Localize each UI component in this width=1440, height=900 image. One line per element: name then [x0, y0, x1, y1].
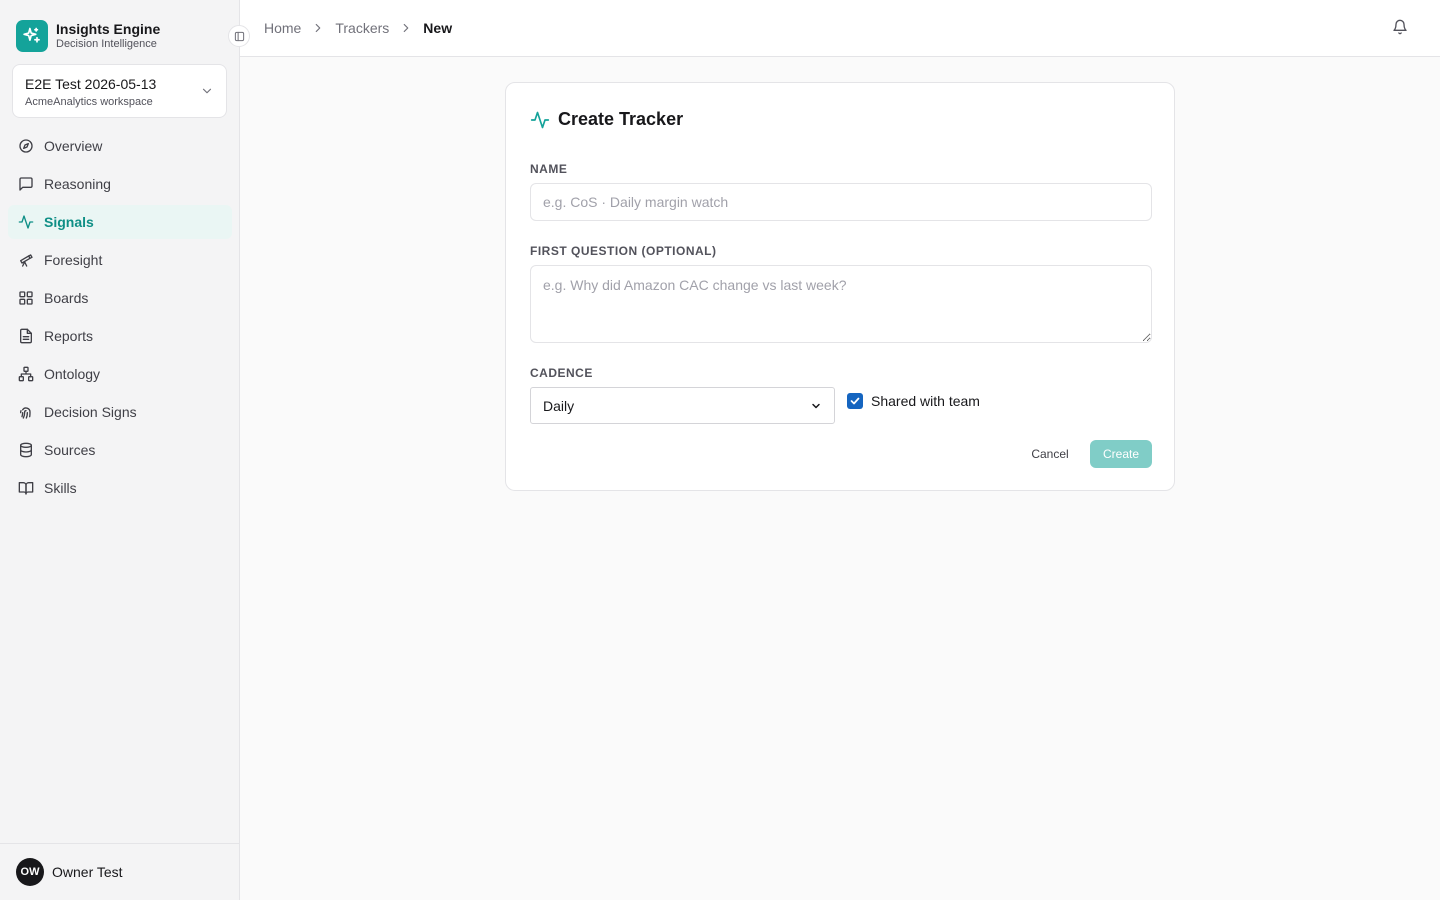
- user-menu[interactable]: OW Owner Test: [0, 843, 239, 900]
- book-open-icon: [18, 482, 34, 495]
- chevron-right-icon: [403, 23, 409, 33]
- user-name: Owner Test: [52, 864, 123, 880]
- chevron-down-icon: [202, 88, 212, 94]
- database-icon: [20, 442, 32, 458]
- cadence-value: Daily: [543, 397, 575, 414]
- shared-with-team-option: Shared with team: [847, 393, 980, 409]
- top-bar: Home Trackers New: [240, 0, 1440, 57]
- compass-icon: [19, 139, 33, 153]
- name-input[interactable]: [530, 183, 1152, 221]
- first-question-label: FIRST QUESTION (OPTIONAL): [530, 244, 717, 258]
- sidebar-collapse-button[interactable]: [228, 25, 250, 47]
- name-label: NAME: [530, 162, 568, 176]
- sidebar-item-ontology[interactable]: Ontology: [8, 357, 232, 391]
- brand-name: Insights Engine: [56, 21, 161, 37]
- panel-left-icon: [234, 31, 244, 41]
- create-button[interactable]: Create: [1090, 440, 1152, 468]
- sidebar-item-label: Decision Signs: [44, 404, 137, 420]
- page-title: Create Tracker: [558, 109, 684, 129]
- card-title: Create Tracker: [530, 109, 683, 130]
- sidebar-item-signals[interactable]: Signals: [8, 205, 232, 239]
- sidebar-item-label: Reports: [44, 328, 94, 344]
- notifications-button[interactable]: [1392, 19, 1408, 35]
- chevron-down-icon: [812, 403, 820, 408]
- sidebar-item-decision-signs[interactable]: Decision Signs: [8, 395, 232, 429]
- avatar: OW: [16, 858, 44, 886]
- network-icon: [18, 366, 34, 382]
- sidebar-item-label: Boards: [44, 290, 89, 306]
- sidebar-item-reasoning[interactable]: Reasoning: [8, 167, 232, 201]
- breadcrumb-current: New: [423, 20, 453, 36]
- sidebar-item-label: Reasoning: [44, 176, 111, 192]
- brand-subtitle: Decision Intelligence: [56, 38, 157, 50]
- sidebar: Insights Engine Decision Intelligence E2…: [0, 0, 250, 900]
- check-icon: [850, 397, 860, 405]
- sidebar-item-skills[interactable]: Skills: [8, 471, 232, 505]
- bell-icon: [1393, 19, 1407, 35]
- layout-grid-icon: [19, 291, 33, 305]
- chevron-right-icon: [316, 23, 321, 33]
- workspace-subtitle: AcmeAnalytics workspace: [25, 96, 153, 108]
- create-tracker-card: Create Tracker NAME FIRST QUESTION (OPTI…: [505, 82, 1175, 491]
- workspace-switcher[interactable]: E2E Test 2026-05-13 AcmeAnalytics worksp…: [12, 64, 227, 118]
- sidebar-item-reports[interactable]: Reports: [8, 319, 232, 353]
- first-question-textarea[interactable]: [530, 265, 1152, 343]
- cadence-select[interactable]: Daily: [530, 387, 835, 424]
- activity-icon: [18, 215, 34, 229]
- sidebar-item-label: Skills: [44, 480, 77, 496]
- activity-icon: [530, 111, 550, 128]
- brand[interactable]: Insights Engine Decision Intelligence: [16, 20, 160, 52]
- sidebar-item-label: Signals: [44, 214, 94, 230]
- sidebar-item-foresight[interactable]: Foresight: [8, 243, 232, 277]
- sidebar-item-label: Sources: [44, 442, 96, 458]
- sidebar-item-boards[interactable]: Boards: [8, 281, 232, 315]
- sidebar-item-overview[interactable]: Overview: [8, 129, 232, 163]
- message-square-icon: [19, 177, 33, 191]
- breadcrumb-home[interactable]: Home: [264, 18, 301, 38]
- shared-with-team-checkbox[interactable]: [847, 393, 863, 409]
- telescope-icon: [20, 254, 33, 267]
- cadence-label: CADENCE: [530, 366, 593, 380]
- file-text-icon: [20, 328, 32, 344]
- sidebar-item-label: Ontology: [44, 366, 101, 382]
- breadcrumb-trackers[interactable]: Trackers: [335, 18, 389, 38]
- sidebar-nav: Overview Reasoning Signals Foresight Boa…: [8, 129, 232, 509]
- shared-with-team-label[interactable]: Shared with team: [871, 393, 980, 409]
- sidebar-item-label: Overview: [44, 138, 103, 154]
- cancel-button[interactable]: Cancel: [1021, 440, 1079, 468]
- fingerprint-icon: [20, 407, 31, 419]
- workspace-name: E2E Test 2026-05-13: [25, 76, 157, 92]
- breadcrumb: Home Trackers New: [264, 18, 452, 38]
- sidebar-item-label: Foresight: [44, 252, 103, 268]
- sidebar-item-sources[interactable]: Sources: [8, 433, 232, 467]
- sparkles-icon: [16, 20, 48, 52]
